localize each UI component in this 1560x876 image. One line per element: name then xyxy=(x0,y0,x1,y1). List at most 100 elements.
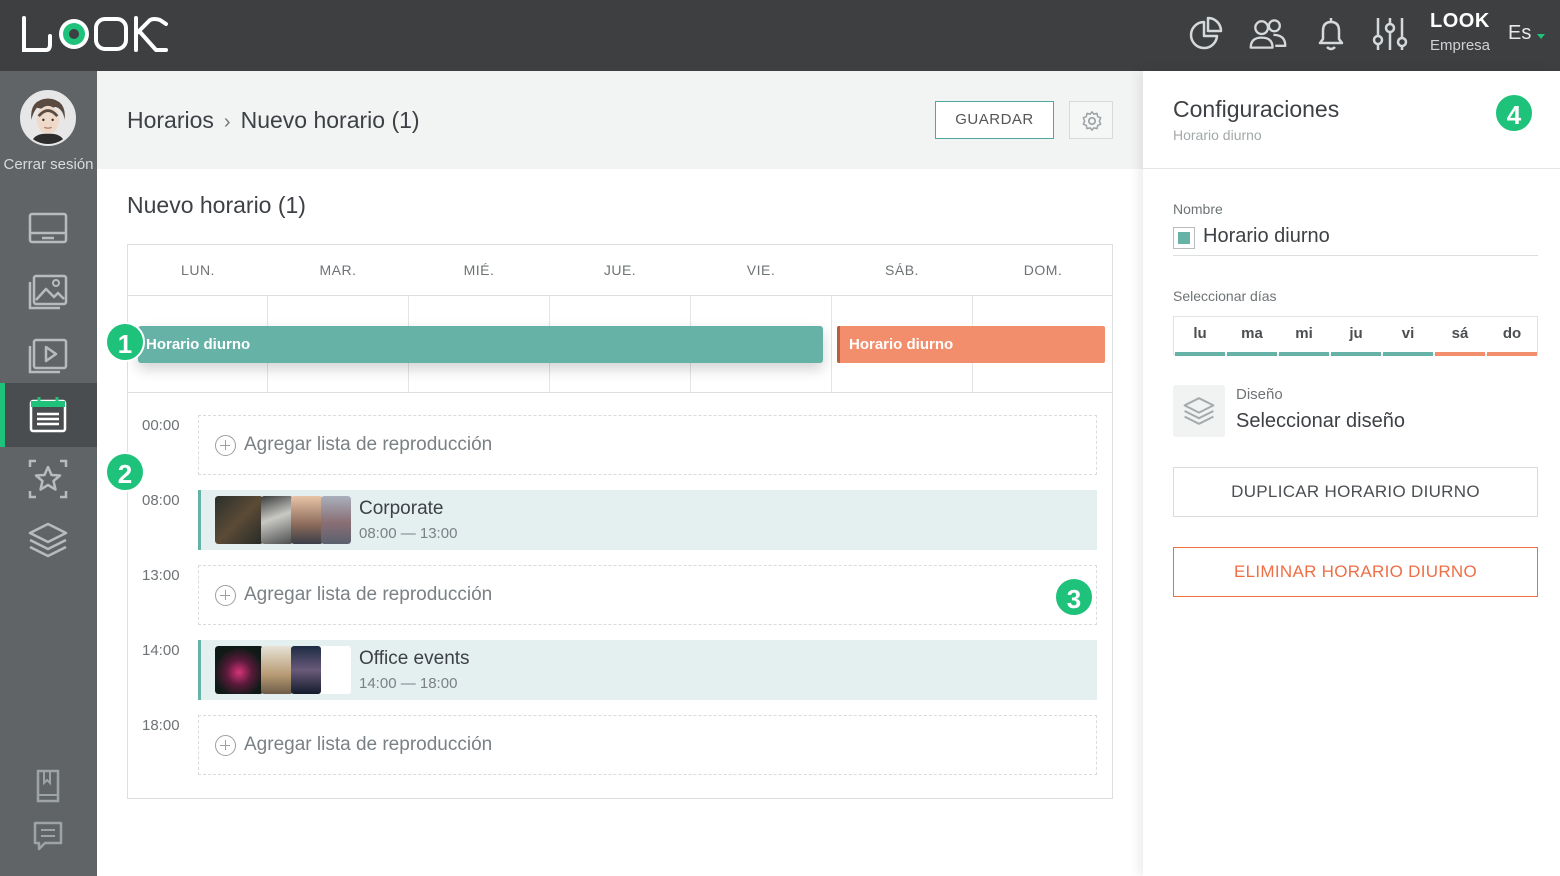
step-badge-3: 3 xyxy=(1054,577,1094,617)
logout-link[interactable]: Cerrar sesión xyxy=(0,156,97,173)
day-selector: lu ma mi ju vi sá do xyxy=(1173,316,1538,356)
save-button[interactable]: GUARDAR xyxy=(935,101,1054,139)
sidebar-item-videos[interactable] xyxy=(0,322,97,386)
image-icon xyxy=(28,274,68,310)
sidebar: Cerrar sesión xyxy=(0,71,97,876)
users-icon[interactable] xyxy=(1248,14,1288,54)
thumbnail-image xyxy=(321,496,351,544)
time-label: 18:00 xyxy=(142,717,180,734)
sidebar-item-support[interactable] xyxy=(0,807,97,871)
thumbnail-image xyxy=(291,496,323,544)
chevron-down-icon[interactable] xyxy=(1537,34,1545,39)
language-selector[interactable]: Es xyxy=(1508,22,1531,45)
sidebar-item-images[interactable] xyxy=(0,260,97,324)
breadcrumb: Horarios › Nuevo horario (1) xyxy=(127,107,420,134)
panel-title: Configuraciones xyxy=(1173,96,1340,122)
select-design-link[interactable]: Seleccionar diseño xyxy=(1236,410,1405,433)
monitor-icon xyxy=(28,212,68,244)
settings-panel: Configuraciones Horario diurno Nombre Ho… xyxy=(1143,71,1560,876)
day-toggle-wed[interactable]: mi xyxy=(1278,317,1330,356)
playlist-name: Office events xyxy=(359,648,470,669)
bell-icon[interactable] xyxy=(1312,14,1352,54)
add-playlist-label: Agregar lista de reproducción xyxy=(244,434,493,455)
sliders-icon[interactable] xyxy=(1370,14,1410,54)
time-label: 00:00 xyxy=(142,417,180,434)
week-grid: LUN. MAR. MIÉ. JUE. VIE. SÁB. DOM. Horar… xyxy=(127,244,1113,799)
day-schedule-bars: Horario diurno Horario diurno xyxy=(128,296,1112,393)
star-icon xyxy=(28,459,68,499)
playlist-thumbnails xyxy=(215,496,351,544)
plus-circle-icon xyxy=(215,585,236,606)
delete-schedule-button[interactable]: ELIMINAR HORARIO DIURNO xyxy=(1173,547,1538,597)
time-label: 14:00 xyxy=(142,642,180,659)
chat-icon xyxy=(33,821,63,851)
account-role: Empresa xyxy=(1430,37,1491,54)
sidebar-item-schedules[interactable] xyxy=(0,383,97,447)
playlist-block[interactable]: Corporate 08:00 — 13:00 xyxy=(198,490,1097,550)
thumbnail-image xyxy=(215,496,263,544)
design-picker[interactable] xyxy=(1173,385,1225,437)
layers-icon xyxy=(28,522,68,558)
day-toggle-sun[interactable]: do xyxy=(1486,317,1538,356)
playlist-name: Corporate xyxy=(359,498,444,519)
days-label: Seleccionar días xyxy=(1173,288,1277,304)
step-badge-2: 2 xyxy=(105,452,145,492)
name-label: Nombre xyxy=(1173,201,1223,217)
account-menu[interactable]: LOOK Empresa xyxy=(1430,10,1490,54)
layers-icon xyxy=(1183,397,1215,425)
panel-subtitle: Horario diurno xyxy=(1173,127,1262,143)
book-icon xyxy=(36,769,60,803)
color-swatch[interactable] xyxy=(1173,227,1195,249)
day-header-tue: MAR. xyxy=(319,262,357,278)
day-toggle-tue[interactable]: ma xyxy=(1226,317,1278,356)
breadcrumb-root[interactable]: Horarios xyxy=(127,107,214,133)
settings-button[interactable] xyxy=(1069,101,1113,139)
account-name: LOOK xyxy=(1430,10,1490,32)
duplicate-schedule-button[interactable]: DUPLICAR HORARIO DIURNO xyxy=(1173,467,1538,517)
playlist-block[interactable]: Office events 14:00 — 18:00 xyxy=(198,640,1097,700)
name-field[interactable]: Horario diurno xyxy=(1173,223,1538,256)
schedule-title: Nuevo horario (1) xyxy=(127,192,306,218)
day-header-wed: MIÉ. xyxy=(463,262,495,278)
gear-icon xyxy=(1082,111,1102,131)
day-header-sat: SÁB. xyxy=(885,262,919,278)
weekday-schedule-bar[interactable]: Horario diurno xyxy=(138,326,823,363)
day-toggle-fri[interactable]: vi xyxy=(1382,317,1434,356)
thumbnail-image xyxy=(215,646,263,694)
playlist-time-range: 08:00 — 13:00 xyxy=(359,525,458,542)
add-playlist-label: Agregar lista de reproducción xyxy=(244,734,493,755)
chart-pie-icon[interactable] xyxy=(1186,14,1226,54)
plus-circle-icon xyxy=(215,735,236,756)
step-badge-4: 4 xyxy=(1494,93,1534,133)
playlist-thumbnails xyxy=(215,646,351,694)
avatar-image xyxy=(22,92,74,144)
day-header-mon: LUN. xyxy=(181,262,215,278)
add-playlist-slot[interactable]: Agregar lista de reproducción xyxy=(198,565,1097,625)
add-playlist-slot[interactable]: Agregar lista de reproducción xyxy=(198,415,1097,475)
name-value: Horario diurno xyxy=(1203,225,1330,247)
look-logo[interactable] xyxy=(20,14,170,54)
day-header-fri: VIE. xyxy=(746,262,776,278)
weekday-header: LUN. MAR. MIÉ. JUE. VIE. SÁB. DOM. xyxy=(128,245,1112,296)
time-label: 13:00 xyxy=(142,567,180,584)
calendar-icon xyxy=(29,397,67,433)
sidebar-item-favorites[interactable] xyxy=(0,447,97,511)
schedule-editor: Nuevo horario (1) LUN. MAR. MIÉ. JUE. VI… xyxy=(97,169,1143,876)
day-toggle-mon[interactable]: lu xyxy=(1174,317,1226,356)
weekend-schedule-bar[interactable]: Horario diurno xyxy=(837,326,1105,363)
add-playlist-slot[interactable]: Agregar lista de reproducción xyxy=(198,715,1097,775)
thumbnail-image xyxy=(261,646,293,694)
day-toggle-thu[interactable]: ju xyxy=(1330,317,1382,356)
breadcrumb-current: Nuevo horario (1) xyxy=(240,107,420,133)
video-icon xyxy=(28,338,68,374)
time-label: 08:00 xyxy=(142,492,180,509)
avatar[interactable] xyxy=(20,90,76,146)
page-header: Horarios › Nuevo horario (1) GUARDAR xyxy=(97,71,1143,169)
sidebar-item-screens[interactable] xyxy=(0,197,97,261)
top-bar: LOOK Empresa Es xyxy=(0,0,1560,71)
step-badge-1: 1 xyxy=(105,322,145,362)
thumbnail-image xyxy=(291,646,321,694)
day-header-thu: JUE. xyxy=(603,262,637,278)
day-toggle-sat[interactable]: sá xyxy=(1434,317,1486,356)
sidebar-item-layers[interactable] xyxy=(0,508,97,572)
